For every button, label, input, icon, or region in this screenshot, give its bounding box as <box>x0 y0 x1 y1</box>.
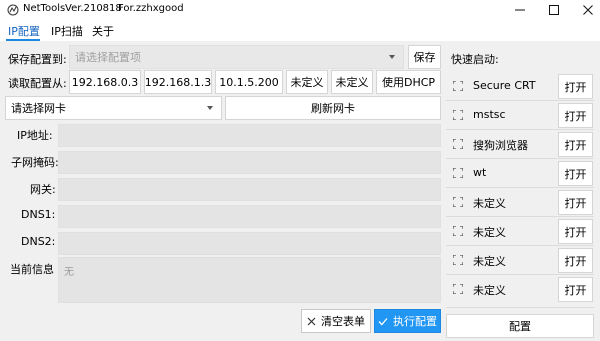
quick-launch-name: 未定义 <box>473 255 506 268</box>
current-info-label: 当前信息 <box>10 263 54 276</box>
app-placeholder-icon <box>452 109 464 121</box>
open-button[interactable]: 打开 <box>558 248 593 273</box>
maximize-icon <box>549 5 559 15</box>
execute-config-button[interactable]: 执行配置 <box>374 309 441 333</box>
open-button[interactable]: 打开 <box>558 277 593 302</box>
dhcp-button[interactable]: 使用DHCP <box>376 70 441 94</box>
app-for-text: For.zzhxgood <box>118 3 184 14</box>
quick-launch-item: 未定义 打开 <box>446 247 594 274</box>
save-config-select[interactable]: 请选择配置项 <box>69 45 404 69</box>
quick-launch-config-button[interactable]: 配置 <box>446 314 594 338</box>
adapter-select-value: 请选择网卡 <box>11 102 66 115</box>
maximize-button[interactable] <box>537 0 571 20</box>
chevron-down-icon <box>207 106 213 110</box>
app-version: Ver.210818 <box>65 3 122 14</box>
app-window: NetTools Ver.210818 For.zzhxgood IP配置 IP… <box>0 0 600 341</box>
quick-launch-name: 未定义 <box>473 197 506 210</box>
app-logo-icon <box>7 4 19 16</box>
save-config-placeholder: 请选择配置项 <box>75 51 141 64</box>
divider <box>446 274 594 275</box>
divider <box>446 158 594 159</box>
quick-launch-item: 未定义 打开 <box>446 218 594 245</box>
tab-ip-config[interactable]: IP配置 <box>8 23 40 40</box>
subnet-mask-label: 子网掩码: <box>11 156 59 169</box>
app-placeholder-icon <box>452 283 464 295</box>
check-icon <box>378 317 388 325</box>
quick-launch-item: 未定义 打开 <box>446 276 594 303</box>
adapter-select[interactable]: 请选择网卡 <box>5 96 222 120</box>
quick-launch-name: 未定义 <box>473 284 506 297</box>
preset-button-4[interactable]: 未定义 <box>286 70 328 94</box>
quick-launch-item: 搜狗浏览器 打开 <box>446 131 594 158</box>
dns2-label: DNS2: <box>21 235 56 248</box>
clear-form-button[interactable]: 清空表单 <box>301 309 371 333</box>
current-info-value: 无 <box>64 267 74 278</box>
app-placeholder-icon <box>452 196 464 208</box>
ip-address-label: IP地址: <box>17 129 53 142</box>
quick-launch-item: Secure CRT 打开 <box>446 73 594 100</box>
execute-config-label: 执行配置 <box>393 315 437 328</box>
divider <box>446 187 594 188</box>
open-button[interactable]: 打开 <box>558 219 593 244</box>
open-button[interactable]: 打开 <box>558 74 593 99</box>
divider <box>446 100 594 101</box>
dns1-label: DNS1: <box>21 208 56 221</box>
load-config-label: 读取配置从: <box>8 77 67 90</box>
tab-about[interactable]: 关于 <box>92 23 114 40</box>
divider <box>446 307 594 308</box>
quick-launch-item: mstsc 打开 <box>446 102 594 129</box>
quick-launch-name: Secure CRT <box>473 79 536 92</box>
app-placeholder-icon <box>452 138 464 150</box>
gateway-label: 网关: <box>30 183 56 196</box>
quick-launch-name: 搜狗浏览器 <box>473 139 528 152</box>
ip-address-field[interactable] <box>58 124 441 147</box>
preset-button-5[interactable]: 未定义 <box>331 70 373 94</box>
minimize-icon <box>515 9 525 11</box>
open-button[interactable]: 打开 <box>558 190 593 215</box>
preset-button-1[interactable]: 192.168.0.3 <box>69 70 141 94</box>
app-placeholder-icon <box>452 80 464 92</box>
open-button[interactable]: 打开 <box>558 132 593 157</box>
chevron-down-icon <box>389 55 395 59</box>
quick-launch-name: 未定义 <box>473 226 506 239</box>
quick-launch-title: 快速启动: <box>451 53 499 66</box>
subnet-mask-field[interactable] <box>58 151 441 174</box>
preset-button-3[interactable]: 10.1.5.200 <box>215 70 283 94</box>
dns2-field[interactable] <box>58 232 441 255</box>
title-bar: NetTools Ver.210818 For.zzhxgood <box>0 0 600 20</box>
dns1-field[interactable] <box>58 205 441 228</box>
close-icon <box>307 317 316 325</box>
current-info-textarea[interactable]: 无 <box>58 257 441 303</box>
divider <box>446 245 594 246</box>
app-placeholder-icon <box>452 167 464 179</box>
app-name: NetTools <box>23 3 66 14</box>
close-icon <box>583 5 593 15</box>
save-config-label: 保存配置到: <box>8 53 67 66</box>
tab-bar: IP配置 IP扫描 关于 <box>0 20 600 41</box>
open-button[interactable]: 打开 <box>558 161 593 186</box>
close-button[interactable] <box>571 0 600 20</box>
gateway-field[interactable] <box>58 178 441 201</box>
quick-launch-name: wt <box>473 166 487 179</box>
preset-button-2[interactable]: 192.168.1.3 <box>144 70 212 94</box>
divider <box>446 216 594 217</box>
refresh-adapter-button[interactable]: 刷新网卡 <box>225 96 441 120</box>
divider <box>446 129 594 130</box>
open-button[interactable]: 打开 <box>558 103 593 128</box>
active-tab-underline <box>6 39 40 41</box>
app-placeholder-icon <box>452 225 464 237</box>
minimize-button[interactable] <box>503 0 537 20</box>
quick-launch-item: 未定义 打开 <box>446 189 594 216</box>
quick-launch-item: wt 打开 <box>446 160 594 187</box>
clear-form-label: 清空表单 <box>321 315 365 328</box>
tab-ip-scan[interactable]: IP扫描 <box>51 23 83 40</box>
quick-launch-name: mstsc <box>473 108 506 121</box>
app-placeholder-icon <box>452 254 464 266</box>
save-button[interactable]: 保存 <box>408 45 441 69</box>
